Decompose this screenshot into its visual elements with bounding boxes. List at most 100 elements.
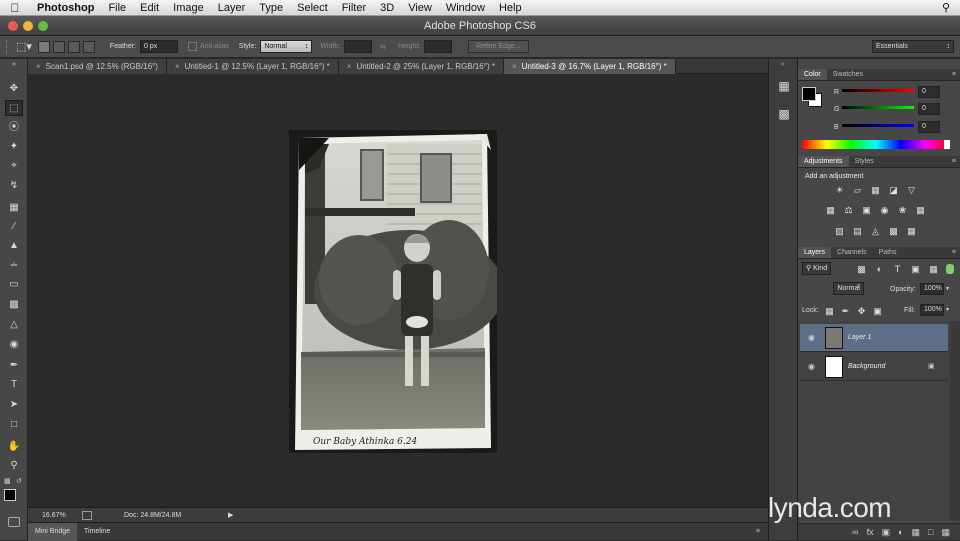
- healing-brush-tool-icon[interactable]: ▦: [5, 200, 23, 216]
- layer-row-layer-1[interactable]: ◉ Layer 1: [800, 324, 948, 352]
- filter-shape-icon[interactable]: ▣: [910, 264, 921, 274]
- refine-edge-button[interactable]: Refine Edge...: [468, 40, 529, 53]
- zoom-level[interactable]: 16.67%: [42, 512, 76, 519]
- blue-value-input[interactable]: 0: [918, 121, 940, 133]
- lock-all-icon[interactable]: ▣: [872, 306, 883, 316]
- menu-layer[interactable]: Layer: [211, 2, 253, 14]
- tab-untitled-2[interactable]: × Untitled-2 @ 25% (Layer 1, RGB/16°) *: [338, 59, 504, 74]
- photo-filter-icon[interactable]: ◉: [879, 205, 890, 215]
- black-white-icon[interactable]: ▣: [861, 205, 872, 215]
- spotlight-icon[interactable]: ⚲: [942, 1, 950, 14]
- opacity-arrow-icon[interactable]: ▾: [946, 285, 949, 292]
- color-lookup-icon[interactable]: ▦: [915, 205, 926, 215]
- type-tool-icon[interactable]: T: [5, 377, 23, 393]
- menu-filter[interactable]: Filter: [335, 2, 373, 14]
- tab-mini-bridge[interactable]: Mini Bridge: [28, 522, 78, 541]
- lock-transparent-icon[interactable]: ▦: [824, 306, 835, 316]
- dodge-tool-icon[interactable]: ◉: [5, 337, 23, 353]
- layer-row-background[interactable]: ◉ Background ▣: [800, 353, 948, 381]
- color-balance-icon[interactable]: ⚖: [843, 205, 854, 215]
- path-selection-tool-icon[interactable]: ➤: [5, 397, 23, 413]
- hue-saturation-icon[interactable]: ▦: [825, 205, 836, 215]
- close-tab-icon[interactable]: ×: [175, 62, 180, 71]
- filter-smart-object-icon[interactable]: ▦: [928, 264, 939, 274]
- tab-scan1[interactable]: × Scan1.psd @ 12.5% (RGB/16°): [28, 59, 167, 74]
- menu-file[interactable]: File: [101, 2, 133, 14]
- lock-pixels-icon[interactable]: ✒: [840, 306, 851, 316]
- workspace-select[interactable]: Essentials ↕: [872, 40, 954, 53]
- photo-document[interactable]: Our Baby Athinka 6.24: [289, 130, 504, 453]
- grip-handle[interactable]: [6, 39, 10, 54]
- subtract-selection-button[interactable]: [67, 40, 80, 53]
- tab-timeline[interactable]: Timeline: [77, 528, 117, 535]
- marquee-preset-icon[interactable]: ⬚▾: [16, 40, 32, 53]
- threshold-icon[interactable]: ◬: [870, 226, 881, 236]
- eraser-tool-icon[interactable]: ▭: [5, 277, 23, 293]
- tab-untitled-1[interactable]: × Untitled-1 @ 12.5% (Layer 1, RGB/16°) *: [166, 59, 339, 74]
- levels-icon[interactable]: ▱: [852, 185, 863, 195]
- tab-adjustments[interactable]: Adjustments: [798, 156, 849, 167]
- gradient-tool-icon[interactable]: ▩: [5, 297, 23, 313]
- foreground-color-swatch[interactable]: [4, 489, 16, 501]
- style-select[interactable]: Normal ↕: [260, 40, 313, 53]
- tab-swatches[interactable]: Swatches: [827, 69, 869, 80]
- filter-pixel-icon[interactable]: ▩: [856, 264, 867, 274]
- menu-view[interactable]: View: [401, 2, 439, 14]
- move-tool-icon[interactable]: ✥: [5, 81, 23, 97]
- crop-tool-icon[interactable]: ⌖: [5, 158, 23, 174]
- tab-color[interactable]: Color: [798, 69, 827, 80]
- fill-input[interactable]: 100%: [920, 304, 944, 316]
- layers-scrollbar[interactable]: [950, 321, 960, 521]
- menu-app-name[interactable]: Photoshop: [30, 2, 101, 14]
- vibrance-icon[interactable]: ▽: [906, 185, 917, 195]
- width-input[interactable]: [344, 40, 373, 53]
- new-layer-icon[interactable]: □: [928, 527, 933, 537]
- panel-menu-icon[interactable]: ≡: [756, 528, 760, 535]
- green-slider[interactable]: [842, 106, 914, 109]
- height-input[interactable]: [424, 40, 453, 53]
- history-brush-tool-icon[interactable]: ∸: [5, 258, 23, 274]
- status-menu-icon[interactable]: ▶: [228, 511, 233, 519]
- new-group-icon[interactable]: ▦: [912, 527, 921, 538]
- hand-tool-icon[interactable]: ✋: [5, 439, 23, 455]
- properties-panel-icon[interactable]: ▩: [776, 107, 792, 123]
- opacity-input[interactable]: 100%: [920, 283, 944, 295]
- menu-help[interactable]: Help: [492, 2, 529, 14]
- intersect-selection-button[interactable]: [82, 40, 95, 53]
- fill-arrow-icon[interactable]: ▾: [946, 306, 949, 313]
- clone-stamp-tool-icon[interactable]: ▲: [5, 238, 23, 254]
- blue-slider[interactable]: [842, 124, 914, 127]
- layer-name[interactable]: Layer 1: [848, 334, 871, 341]
- export-icon[interactable]: [82, 510, 92, 520]
- white-spectrum-end[interactable]: [944, 140, 950, 149]
- new-selection-button[interactable]: [37, 40, 50, 53]
- lock-position-icon[interactable]: ✥: [856, 306, 867, 316]
- add-selection-button[interactable]: [52, 40, 65, 53]
- red-value-input[interactable]: 0: [918, 86, 940, 98]
- blend-mode-select[interactable]: Normal ↕: [833, 282, 864, 295]
- default-colors-icon[interactable]: ▩: [4, 477, 11, 485]
- antialias-checkbox[interactable]: [188, 42, 197, 51]
- exposure-icon[interactable]: ◪: [888, 185, 899, 195]
- quick-select-tool-icon[interactable]: ✦: [5, 139, 23, 155]
- history-panel-icon[interactable]: ▦: [776, 79, 792, 95]
- menu-image[interactable]: Image: [166, 2, 211, 14]
- brightness-contrast-icon[interactable]: ☀: [834, 185, 845, 195]
- panel-menu-icon[interactable]: ≡: [952, 156, 956, 167]
- link-layers-icon[interactable]: ∞: [852, 527, 858, 537]
- minimize-window-icon[interactable]: [23, 21, 33, 31]
- eyedropper-tool-icon[interactable]: ↯: [5, 178, 23, 194]
- tab-layers[interactable]: Layers: [798, 247, 832, 258]
- curves-icon[interactable]: ▦: [870, 185, 881, 195]
- menu-3d[interactable]: 3D: [373, 2, 401, 14]
- add-mask-icon[interactable]: ▣: [882, 527, 891, 538]
- menu-select[interactable]: Select: [290, 2, 335, 14]
- rectangle-tool-icon[interactable]: □: [5, 417, 23, 433]
- quick-mask-icon[interactable]: [8, 517, 20, 527]
- menu-edit[interactable]: Edit: [133, 2, 166, 14]
- menu-type[interactable]: Type: [252, 2, 290, 14]
- color-foreground-swatch[interactable]: [802, 87, 816, 101]
- filter-adjustment-icon[interactable]: ◐: [874, 264, 885, 274]
- eye-icon[interactable]: ◉: [808, 333, 818, 343]
- selective-color-icon[interactable]: ▦: [906, 226, 917, 236]
